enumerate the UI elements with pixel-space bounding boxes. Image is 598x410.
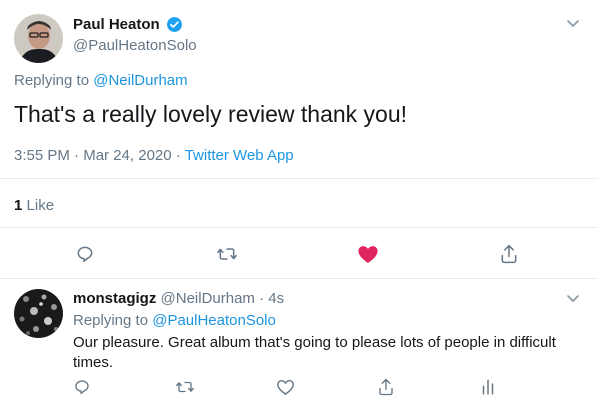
tweet-text: That's a really lovely review thank you! xyxy=(14,101,408,127)
like-count-value: 1 xyxy=(14,197,23,214)
author-handle[interactable]: @PaulHeatonSolo xyxy=(73,37,197,54)
retweet-icon[interactable] xyxy=(175,378,195,396)
tweet-time[interactable]: 3:55 PM xyxy=(14,147,70,164)
divider xyxy=(0,278,598,279)
tweet-source[interactable]: Twitter Web App xyxy=(185,147,294,164)
retweet-icon[interactable] xyxy=(216,244,238,264)
author-handle[interactable]: @NeilDurham xyxy=(161,290,255,307)
replying-to-link[interactable]: @NeilDurham xyxy=(93,72,187,89)
heart-icon[interactable] xyxy=(276,378,295,396)
analytics-icon[interactable] xyxy=(479,378,497,396)
reply-icon[interactable] xyxy=(73,378,91,396)
share-icon[interactable] xyxy=(377,377,395,397)
author-name[interactable]: Paul Heaton xyxy=(73,16,160,33)
verified-badge-icon xyxy=(166,16,183,33)
author-name[interactable]: monstagigz xyxy=(73,290,156,307)
divider xyxy=(0,178,598,179)
tweet-date[interactable]: Mar 24, 2020 xyxy=(83,147,171,164)
replying-to: Replying to @PaulHeatonSolo xyxy=(73,312,276,329)
tweet-text: Our pleasure. Great album that's going t… xyxy=(73,334,556,371)
replying-to-link[interactable]: @PaulHeatonSolo xyxy=(152,312,276,329)
meta-separator: · xyxy=(259,290,265,307)
avatar[interactable] xyxy=(14,289,63,338)
meta-separator: · xyxy=(74,147,80,164)
replying-to-label: Replying to xyxy=(73,312,149,329)
tweet-meta: 3:55 PM · Mar 24, 2020 · Twitter Web App xyxy=(14,147,294,164)
tweet-age[interactable]: 4s xyxy=(268,290,284,307)
chevron-down-icon[interactable] xyxy=(563,13,583,33)
divider xyxy=(0,227,598,228)
chevron-down-icon[interactable] xyxy=(563,288,583,308)
reply-header: monstagigz @NeilDurham · 4s xyxy=(73,290,284,307)
replying-to: Replying to @NeilDurham xyxy=(14,72,188,89)
reply-icon[interactable] xyxy=(75,244,95,264)
heart-filled-icon[interactable] xyxy=(357,244,379,264)
like-count[interactable]: 1 Like xyxy=(14,197,54,214)
replying-to-label: Replying to xyxy=(14,72,90,89)
like-count-label: Like xyxy=(26,197,55,214)
meta-separator: · xyxy=(175,147,181,164)
avatar[interactable] xyxy=(14,14,63,63)
share-icon[interactable] xyxy=(499,243,519,265)
